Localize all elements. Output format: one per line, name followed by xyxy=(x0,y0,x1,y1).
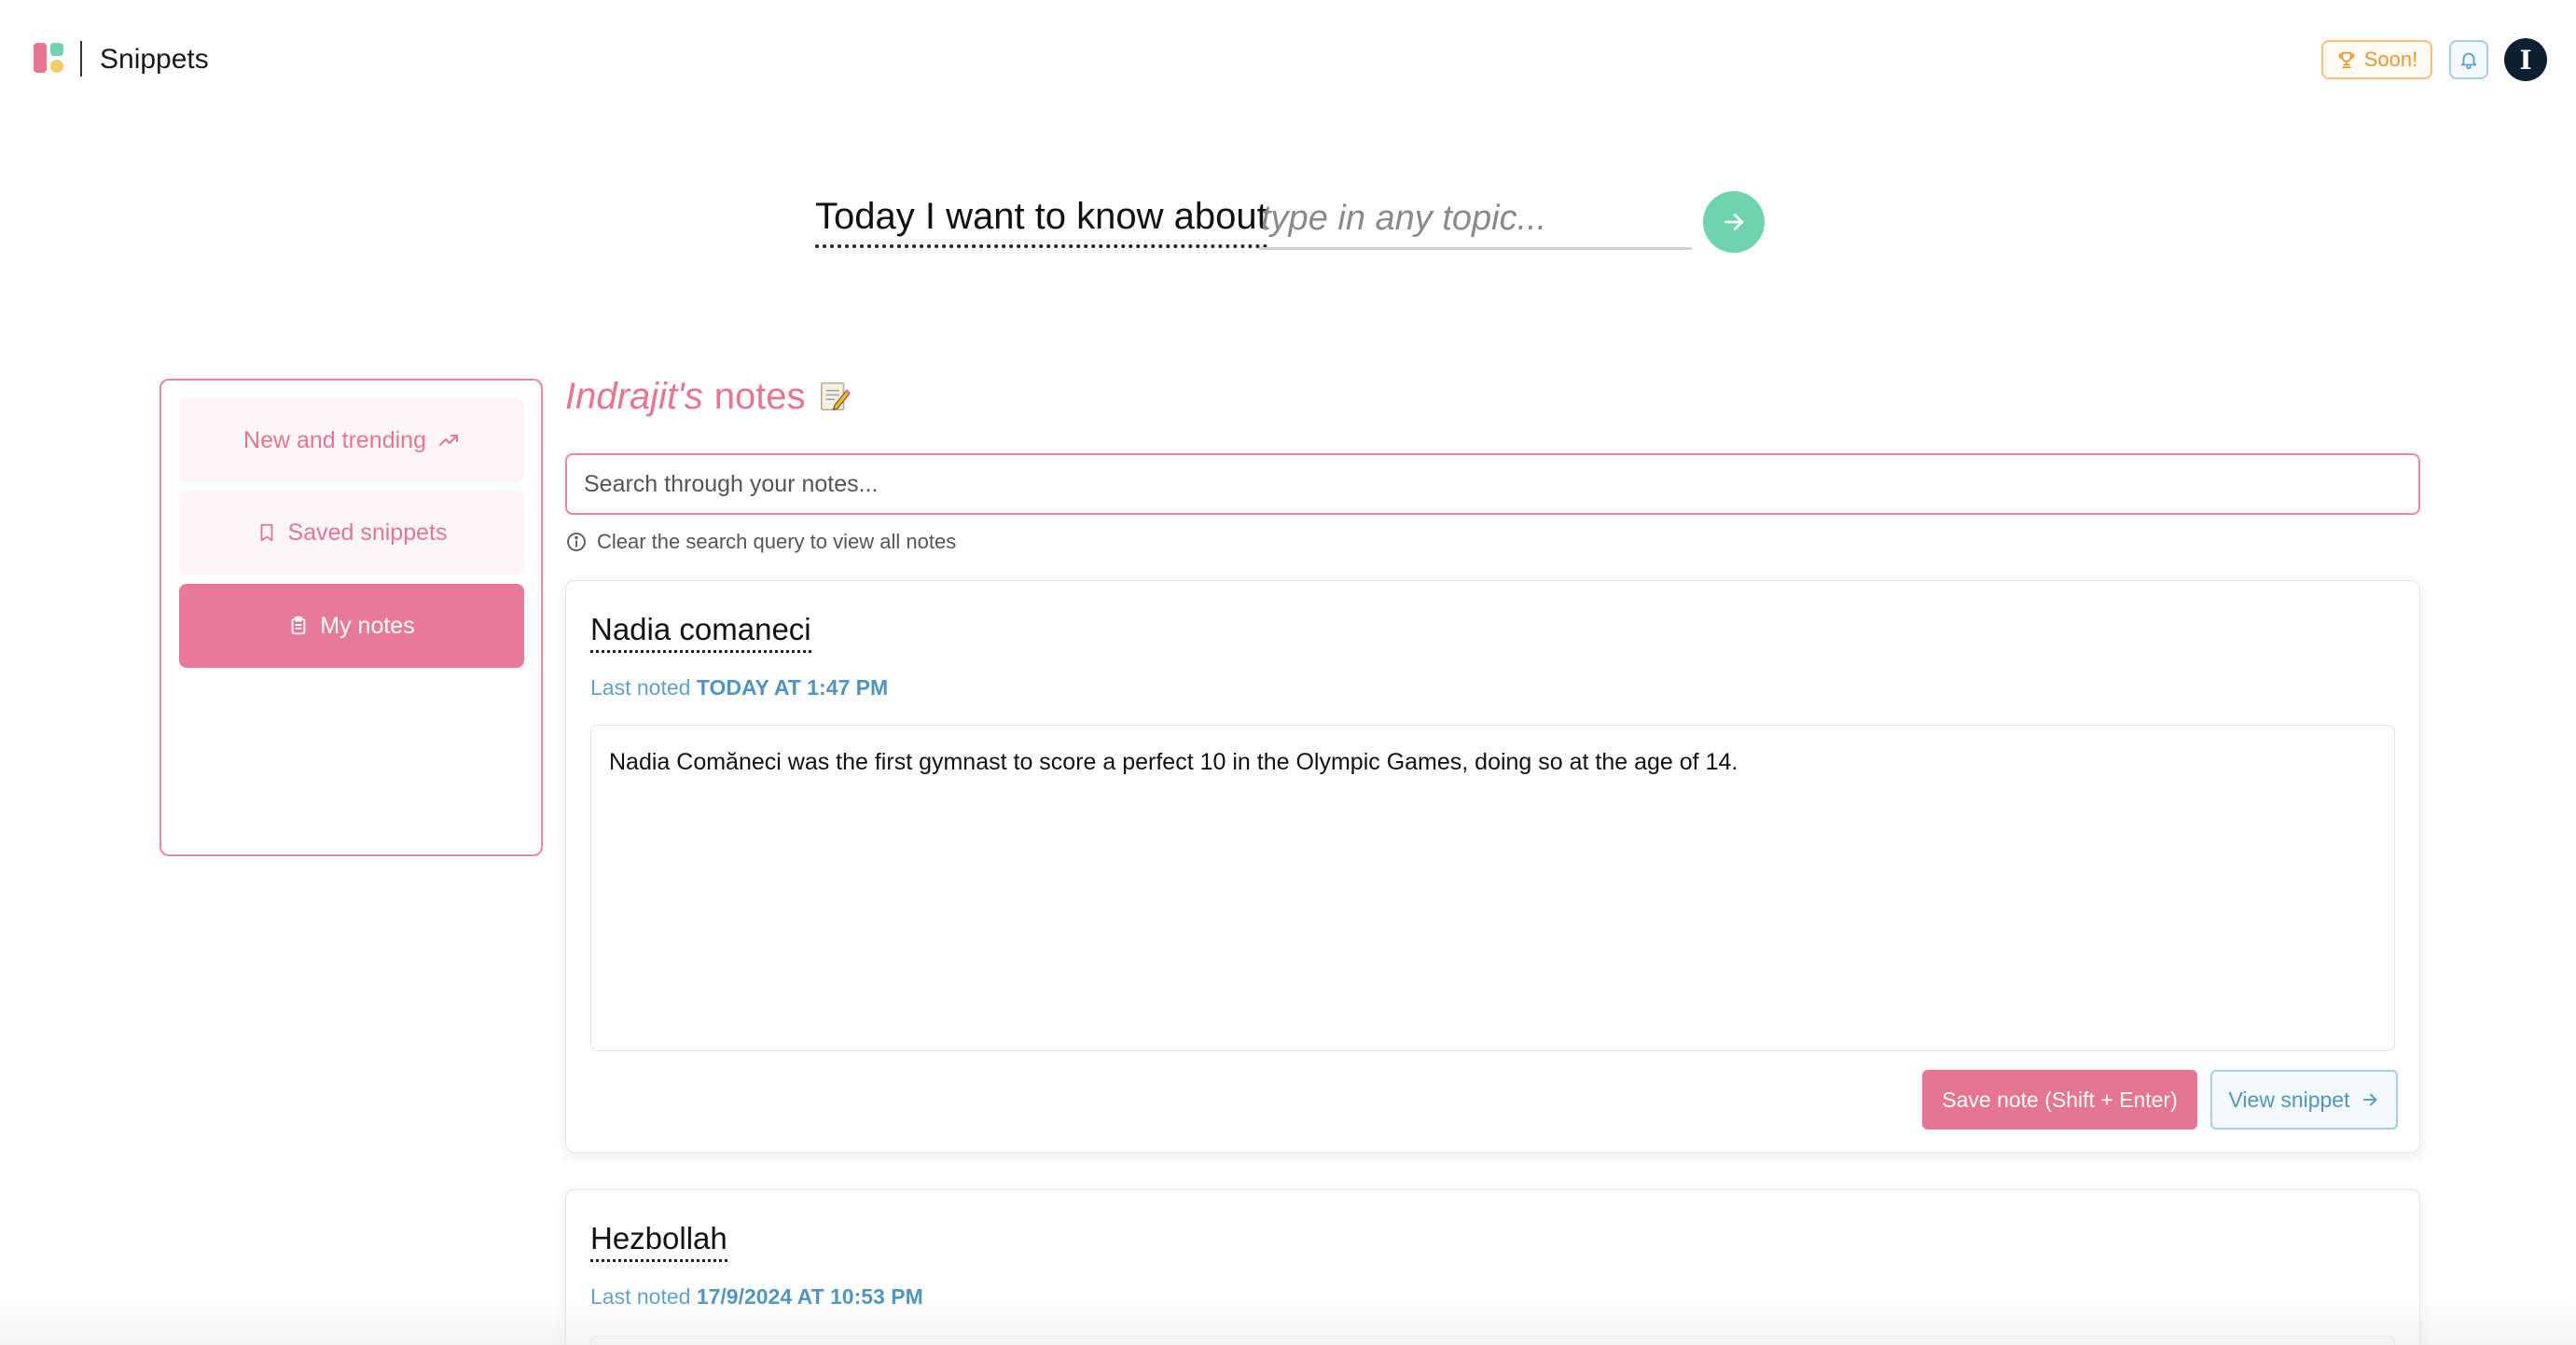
note-title[interactable]: Hezbollah xyxy=(590,1218,727,1262)
notes-search-input[interactable] xyxy=(565,453,2420,515)
note-title[interactable]: Nadia comaneci xyxy=(590,609,811,653)
sidebar-item-new-and-trending[interactable]: New and trending xyxy=(179,398,524,482)
notes-heading-suffix: notes xyxy=(713,376,806,417)
user-avatar[interactable]: I xyxy=(2504,38,2547,81)
note-meta-time: TODAY AT 1:47 PM xyxy=(696,675,889,700)
note-meta-time: 17/9/2024 AT 10:53 PM xyxy=(696,1284,923,1309)
view-snippet-label: View snippet xyxy=(2228,1087,2350,1112)
note-card: Nadia comaneci Last noted TODAY AT 1:47 … xyxy=(565,580,2420,1153)
topic-input[interactable] xyxy=(1259,190,1692,250)
topic-prompt-label: Today I want to know about xyxy=(815,190,1267,248)
note-textarea[interactable] xyxy=(590,1336,2395,1345)
logo-block-pink xyxy=(34,43,47,73)
notes-owner: Indrajit's xyxy=(565,376,703,417)
rewards-soon-button[interactable]: Soon! xyxy=(2321,40,2432,79)
topic-submit-button[interactable] xyxy=(1703,191,1765,253)
view-snippet-button[interactable]: View snippet xyxy=(2210,1070,2398,1130)
notifications-button[interactable] xyxy=(2449,40,2488,79)
memo-icon xyxy=(820,381,851,411)
sidebar: New and trending Saved snippets My notes xyxy=(159,379,543,856)
logo-block-green xyxy=(50,43,63,56)
arrow-right-icon xyxy=(1724,214,1744,230)
bookmark-icon xyxy=(260,523,272,542)
trending-up-icon xyxy=(438,435,458,446)
info-icon xyxy=(567,533,586,551)
search-hint-text: Clear the search query to view all notes xyxy=(597,530,957,553)
logo-divider xyxy=(80,41,82,76)
sidebar-item-label: My notes xyxy=(320,612,415,639)
bell-icon xyxy=(2460,52,2477,70)
sidebar-item-label: Saved snippets xyxy=(287,519,448,546)
notes-icon xyxy=(291,616,306,635)
sidebar-item-label: New and trending xyxy=(243,426,426,453)
trophy-icon xyxy=(2338,51,2355,69)
note-last-noted: Last noted TODAY AT 1:47 PM xyxy=(590,672,888,702)
note-meta-prefix: Last noted xyxy=(590,1284,691,1309)
note-card: Hezbollah Last noted 17/9/2024 AT 10:53 … xyxy=(565,1189,2420,1345)
sidebar-item-my-notes[interactable]: My notes xyxy=(179,584,524,668)
page-title: Indrajit's notes xyxy=(565,371,852,422)
search-hint: Clear the search query to view all notes xyxy=(565,528,956,556)
sidebar-item-saved-snippets[interactable]: Saved snippets xyxy=(179,491,524,575)
app-logo[interactable] xyxy=(34,43,65,75)
logo-dot-yellow xyxy=(50,60,63,73)
save-note-button[interactable]: Save note (Shift + Enter) xyxy=(1922,1070,2197,1130)
note-meta-prefix: Last noted xyxy=(590,675,691,700)
app-root: Snippets Soon! I Today I want to know ab… xyxy=(0,0,2576,1345)
arrow-right-icon xyxy=(2362,1093,2376,1106)
note-textarea[interactable]: Nadia Comăneci was the first gymnast to … xyxy=(590,725,2395,1051)
note-last-noted: Last noted 17/9/2024 AT 10:53 PM xyxy=(590,1282,923,1311)
soon-label: Soon! xyxy=(2363,48,2418,71)
app-title: Snippets xyxy=(100,44,209,75)
